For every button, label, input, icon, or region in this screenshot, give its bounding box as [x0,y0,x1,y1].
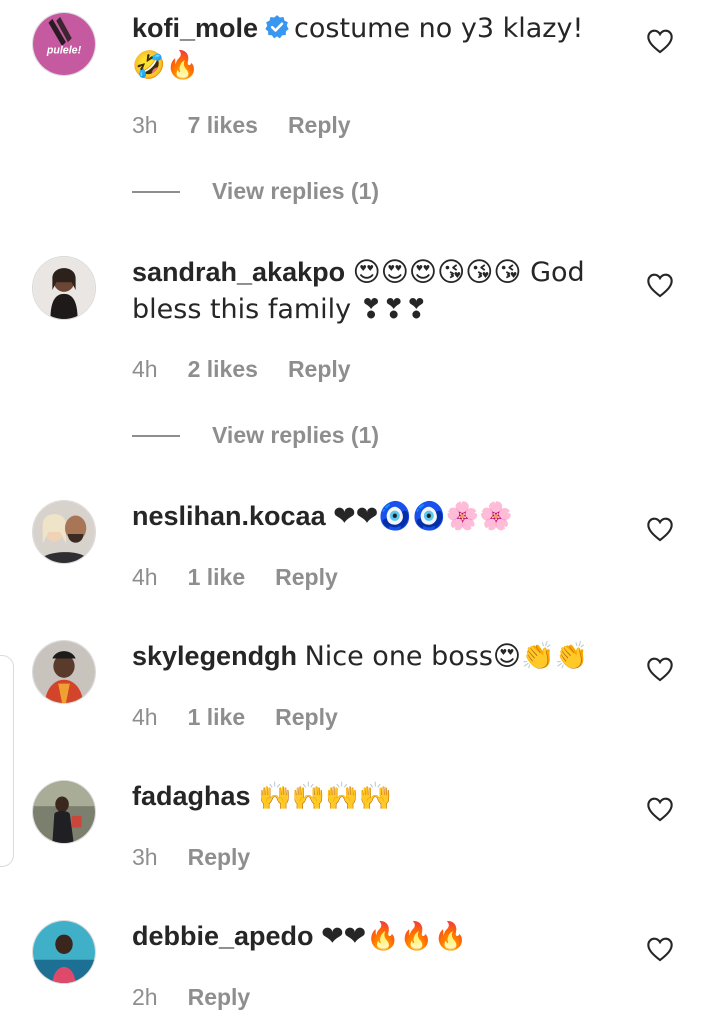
reply-button[interactable]: Reply [188,844,251,871]
reply-button[interactable]: Reply [288,356,351,383]
likes-count[interactable]: 1 like [188,704,246,731]
comment-username[interactable]: neslihan.kocaa [132,501,326,531]
verified-badge-icon [265,15,289,39]
comment-username[interactable]: kofi_mole [132,13,258,43]
comment-body: skylegendgh Nice one boss😍👏👏 [132,638,622,675]
likes-count[interactable]: 2 likes [188,356,258,383]
reply-button[interactable]: Reply [188,984,251,1011]
reply-button[interactable]: Reply [288,112,351,139]
comment-body: neslihan.kocaa ❤❤🧿🧿🌸🌸 [132,498,622,535]
reply-button[interactable]: Reply [275,704,338,731]
heart-outline-icon[interactable] [646,28,674,54]
comment-meta: 4h 1 like Reply [132,564,338,591]
svg-text:pulele!: pulele! [46,45,82,57]
avatar-image [33,641,95,703]
edge-panel-handle[interactable] [0,655,14,867]
comment-time: 2h [132,984,158,1010]
comment-text: ❤❤🧿🧿🌸🌸 [333,501,513,532]
heart-outline-icon[interactable] [646,796,674,822]
comment-body: sandrah_akakpo 😍😍😍😘😘😘 God bless this fam… [132,254,622,328]
comment-time: 4h [132,356,158,382]
avatar[interactable]: pulele! [32,12,96,76]
avatar-image [33,921,95,983]
comment-body: kofi_mole costume no y3 klazy! 🤣🔥 [132,10,622,84]
comment-meta: 4h 2 likes Reply [132,356,351,383]
comment-username[interactable]: debbie_apedo [132,921,314,951]
avatar-image [33,257,95,319]
avatar-image [33,781,95,843]
avatar[interactable] [32,920,96,984]
comment-text: ❤❤🔥🔥🔥 [321,921,468,952]
comment-username[interactable]: skylegendgh [132,641,297,671]
comment-meta: 3h 7 likes Reply [132,112,351,139]
avatar[interactable] [32,640,96,704]
view-replies[interactable]: View replies (1) [132,178,379,205]
avatar[interactable] [32,500,96,564]
comment-username[interactable]: fadaghas [132,781,251,811]
reply-button[interactable]: Reply [275,564,338,591]
comment-meta: 4h 1 like Reply [132,704,338,731]
heart-outline-icon[interactable] [646,272,674,298]
likes-count[interactable]: 1 like [188,564,246,591]
comment-time: 4h [132,704,158,730]
comment-body: debbie_apedo ❤❤🔥🔥🔥 [132,918,622,955]
comment-time: 3h [132,112,158,138]
avatar[interactable] [32,780,96,844]
replies-divider [132,190,180,193]
avatar-image [33,501,95,563]
comment-text: 🙌🙌🙌🙌 [258,781,393,812]
likes-count[interactable]: 7 likes [188,112,258,139]
view-replies[interactable]: View replies (1) [132,422,379,449]
view-replies-label[interactable]: View replies (1) [212,178,379,205]
avatar-image: pulele! [33,13,95,75]
heart-outline-icon[interactable] [646,936,674,962]
comment-time: 4h [132,564,158,590]
comment-meta: 2h Reply [132,984,250,1011]
heart-outline-icon[interactable] [646,516,674,542]
heart-outline-icon[interactable] [646,656,674,682]
comment-username[interactable]: sandrah_akakpo [132,257,345,287]
view-replies-label[interactable]: View replies (1) [212,422,379,449]
replies-divider [132,434,180,437]
avatar[interactable] [32,256,96,320]
comment-body: fadaghas 🙌🙌🙌🙌 [132,778,622,815]
comment-text: Nice one boss😍👏👏 [304,641,589,672]
comment-time: 3h [132,844,158,870]
comment-meta: 3h Reply [132,844,250,871]
